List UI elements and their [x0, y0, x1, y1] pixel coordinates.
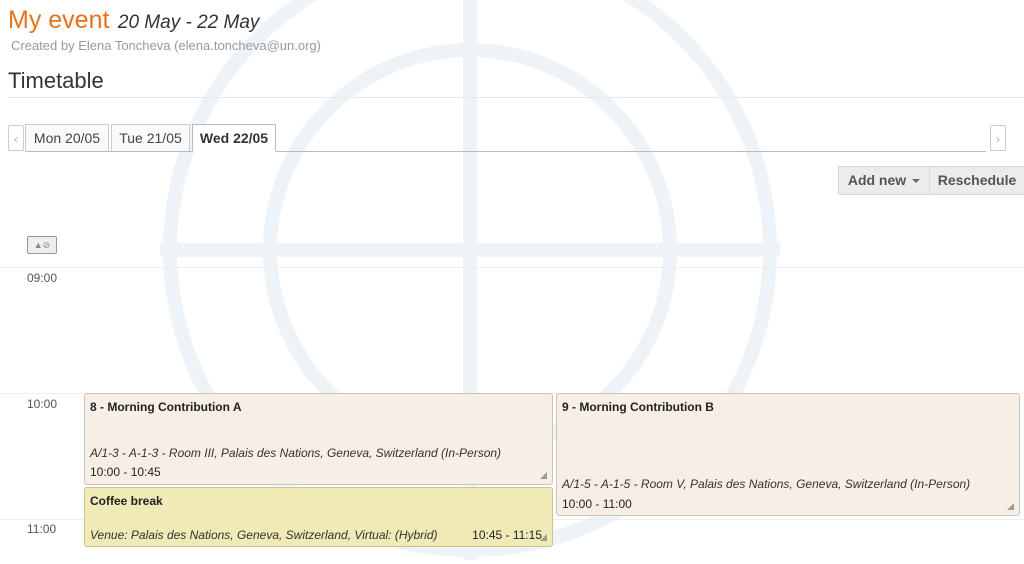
- layout-toggle-icon[interactable]: ▲⊘: [27, 236, 57, 254]
- entry-time: 10:00 - 11:00: [562, 497, 632, 511]
- resize-handle-icon[interactable]: [1007, 503, 1014, 510]
- timetable-break[interactable]: Coffee break Venue: Palais des Nations, …: [84, 487, 553, 547]
- hour-line: [0, 267, 1024, 268]
- chevron-right-icon[interactable]: ›: [990, 125, 1006, 151]
- entry-title: 8 - Morning Contribution A: [90, 400, 242, 414]
- event-name[interactable]: My event: [8, 6, 109, 34]
- resize-handle-icon[interactable]: [540, 472, 547, 479]
- timetable-entry[interactable]: 9 - Morning Contribution B A/1-5 - A-1-5…: [556, 393, 1020, 516]
- tab-tue-21-05[interactable]: Tue 21/05: [111, 124, 190, 152]
- title-divider: [8, 97, 1024, 98]
- add-new-button[interactable]: Add new: [838, 166, 930, 195]
- tab-wed-22-05[interactable]: Wed 22/05: [192, 124, 276, 152]
- break-time: 10:45 - 11:15: [472, 528, 542, 542]
- caret-down-icon: [912, 179, 921, 184]
- entry-title: 9 - Morning Contribution B: [562, 400, 714, 414]
- chevron-left-icon[interactable]: ‹: [8, 125, 24, 151]
- break-location: Venue: Palais des Nations, Geneva, Switz…: [90, 528, 438, 542]
- hour-label: 10:00: [27, 397, 58, 411]
- reschedule-button[interactable]: Reschedule: [929, 166, 1024, 195]
- event-dates: 20 May - 22 May: [117, 12, 260, 33]
- entry-location: A/1-5 - A-1-5 - Room V, Palais des Natio…: [562, 477, 971, 491]
- entry-location: A/1-3 - A-1-3 - Room III, Palais des Nat…: [90, 446, 502, 460]
- event-creator: Created by Elena Toncheva (elena.tonchev…: [11, 38, 321, 53]
- hour-label: 09:00: [27, 271, 58, 285]
- entry-time: 10:00 - 10:45: [90, 465, 161, 479]
- resize-handle-icon[interactable]: [540, 534, 547, 541]
- tab-mon-20-05[interactable]: Mon 20/05: [25, 124, 109, 152]
- page-title: Timetable: [8, 68, 104, 93]
- event-title: My event 20 May - 22 May: [8, 6, 259, 35]
- break-title: Coffee break: [90, 494, 163, 508]
- hour-label: 11:00: [27, 522, 57, 536]
- add-new-label: Add new: [847, 172, 907, 188]
- timetable-entry[interactable]: 8 - Morning Contribution A A/1-3 - A-1-3…: [84, 393, 553, 485]
